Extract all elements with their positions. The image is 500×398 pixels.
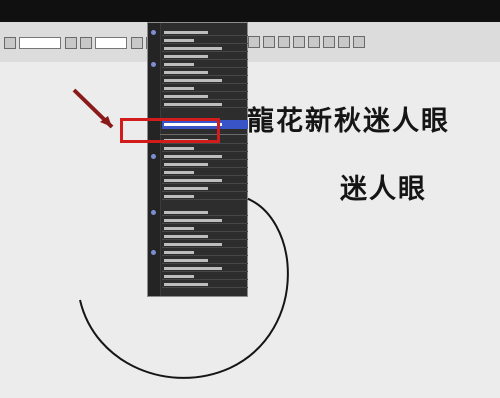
font-option[interactable]	[162, 281, 248, 288]
font-option[interactable]	[162, 85, 248, 92]
font-option[interactable]	[162, 161, 248, 168]
canvas-headline-text[interactable]: 龍花新秋迷人眼	[247, 99, 450, 138]
font-list-icon	[151, 250, 156, 255]
font-option[interactable]	[162, 233, 248, 240]
font-option[interactable]	[162, 177, 248, 184]
font-option[interactable]	[162, 69, 248, 76]
font-option[interactable]	[162, 145, 248, 152]
font-option[interactable]	[162, 61, 248, 68]
font-option[interactable]	[162, 93, 248, 100]
font-option[interactable]	[162, 273, 248, 280]
canvas-subline-text[interactable]: 迷人眼	[340, 167, 427, 206]
font-list-icon	[151, 62, 156, 67]
font-option[interactable]	[162, 37, 248, 44]
font-option[interactable]	[162, 77, 248, 84]
font-option[interactable]	[162, 249, 248, 256]
font-option[interactable]	[162, 225, 248, 232]
font-option[interactable]	[162, 193, 248, 200]
font-option[interactable]	[162, 209, 248, 216]
font-option[interactable]	[162, 185, 248, 192]
font-option[interactable]	[162, 257, 248, 264]
font-option[interactable]	[162, 45, 248, 52]
font-family-dropdown[interactable]	[147, 22, 248, 297]
font-option[interactable]	[162, 241, 248, 248]
font-list-icon	[151, 30, 156, 35]
font-option[interactable]	[162, 153, 248, 160]
font-option[interactable]	[162, 29, 248, 36]
font-option[interactable]	[162, 101, 248, 108]
font-option[interactable]	[162, 53, 248, 60]
font-option[interactable]	[162, 169, 248, 176]
highlight-callout-box	[120, 118, 220, 143]
font-list-icon	[151, 154, 156, 159]
font-option[interactable]	[162, 265, 248, 272]
font-option[interactable]	[162, 217, 248, 224]
font-list-icon	[151, 210, 156, 215]
